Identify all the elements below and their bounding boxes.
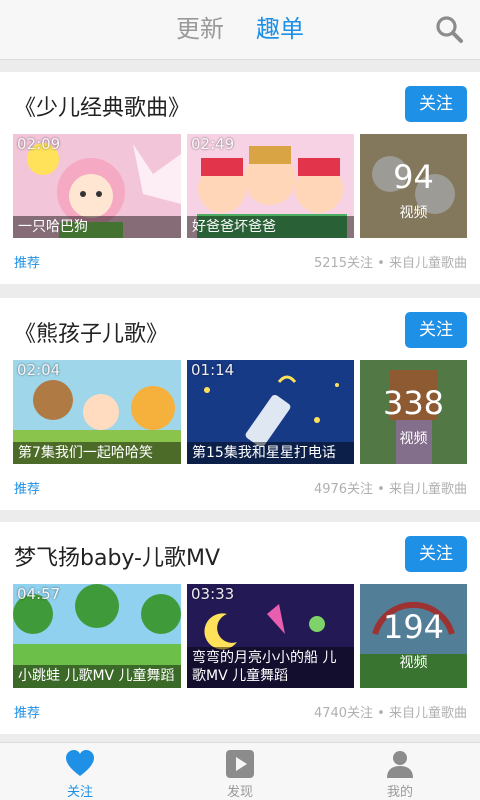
video-duration: 04:57 xyxy=(17,585,61,603)
video-count: 94 xyxy=(393,158,434,196)
video-thumbnail[interactable]: 02:04 第7集我们一起哈哈笑 xyxy=(13,360,181,464)
video-duration: 01:14 xyxy=(191,361,235,379)
nav-mine[interactable]: 我的 xyxy=(320,743,480,800)
recommend-tag: 推荐 xyxy=(14,706,41,721)
follow-button[interactable]: 关注 xyxy=(405,312,467,348)
playlist-meta: 5215关注 • 来自儿童歌曲 xyxy=(313,256,467,271)
bottom-nav: 关注 发现 我的 xyxy=(0,742,480,800)
video-thumbnail[interactable]: 02:09 一只哈巴狗 xyxy=(13,134,181,238)
video-caption: 一只哈巴狗 xyxy=(13,216,181,238)
video-caption: 弯弯的月亮小小的船 儿歌MV 儿童舞蹈 xyxy=(187,647,354,688)
video-duration: 02:04 xyxy=(17,361,61,379)
playlist-card-2[interactable]: 《熊孩子儿歌》 关注 02:04 第7集我们一起哈哈笑 01:14 第15集我和… xyxy=(0,298,480,510)
nav-follow[interactable]: 关注 xyxy=(0,743,160,800)
video-thumbnail[interactable]: 02:49 好爸爸坏爸爸 xyxy=(187,134,354,238)
user-icon xyxy=(387,751,413,778)
video-count: 338 xyxy=(382,384,445,422)
nav-label: 我的 xyxy=(386,785,413,800)
video-thumbnail[interactable]: 04:57 小跳蛙 儿歌MV 儿童舞蹈 xyxy=(13,584,181,688)
heart-icon xyxy=(66,750,94,776)
nav-label: 关注 xyxy=(66,785,93,800)
nav-label: 发现 xyxy=(226,785,253,800)
video-caption: 第15集我和星星打电话 xyxy=(187,442,354,464)
playlist-card-1[interactable]: 《少儿经典歌曲》 关注 02:09 一只哈巴狗 02:49 好爸爸坏爸爸 94 … xyxy=(0,72,480,284)
video-count-label: 视频 xyxy=(399,431,428,447)
playlist-video-count[interactable]: 94 视频 xyxy=(360,134,467,238)
recommend-tag: 推荐 xyxy=(14,256,41,271)
playlist-title: 《熊孩子儿歌》 xyxy=(14,322,169,347)
video-count-label: 视频 xyxy=(399,655,428,671)
playlist-card-3[interactable]: 梦飞扬baby-儿歌MV 关注 04:57 小跳蛙 儿歌MV 儿童舞蹈 03:3… xyxy=(0,522,480,734)
video-caption: 好爸爸坏爸爸 xyxy=(187,216,354,238)
video-count-label: 视频 xyxy=(399,205,428,221)
video-count: 194 xyxy=(382,608,445,646)
video-caption: 第7集我们一起哈哈笑 xyxy=(13,442,181,464)
video-caption: 小跳蛙 儿歌MV 儿童舞蹈 xyxy=(13,665,181,688)
video-duration: 02:49 xyxy=(191,135,235,153)
tab-update[interactable]: 更新 xyxy=(176,12,224,46)
video-thumbnail[interactable]: 01:14 第15集我和星星打电话 xyxy=(187,360,354,464)
video-duration: 03:33 xyxy=(191,585,235,603)
playlist-video-count[interactable]: 338 视频 xyxy=(360,360,467,464)
playlist-video-count[interactable]: 194 视频 xyxy=(360,584,467,688)
video-thumbnail[interactable]: 03:33 弯弯的月亮小小的船 儿歌MV 儿童舞蹈 xyxy=(187,584,354,688)
playlist-title: 梦飞扬baby-儿歌MV xyxy=(14,546,221,571)
recommend-tag: 推荐 xyxy=(14,482,41,497)
playlist-meta: 4976关注 • 来自儿童歌曲 xyxy=(313,482,467,497)
tab-fun-list[interactable]: 趣单 xyxy=(256,12,304,46)
search-icon[interactable] xyxy=(434,14,464,44)
playlist-title: 《少儿经典歌曲》 xyxy=(14,96,191,121)
follow-button[interactable]: 关注 xyxy=(405,86,467,122)
video-duration: 02:09 xyxy=(17,135,61,153)
playlist-meta: 4740关注 • 来自儿童歌曲 xyxy=(313,706,467,721)
top-bar: 更新 趣单 xyxy=(0,0,480,60)
follow-button[interactable]: 关注 xyxy=(405,536,467,572)
play-icon xyxy=(226,750,254,778)
nav-discover[interactable]: 发现 xyxy=(160,743,320,800)
